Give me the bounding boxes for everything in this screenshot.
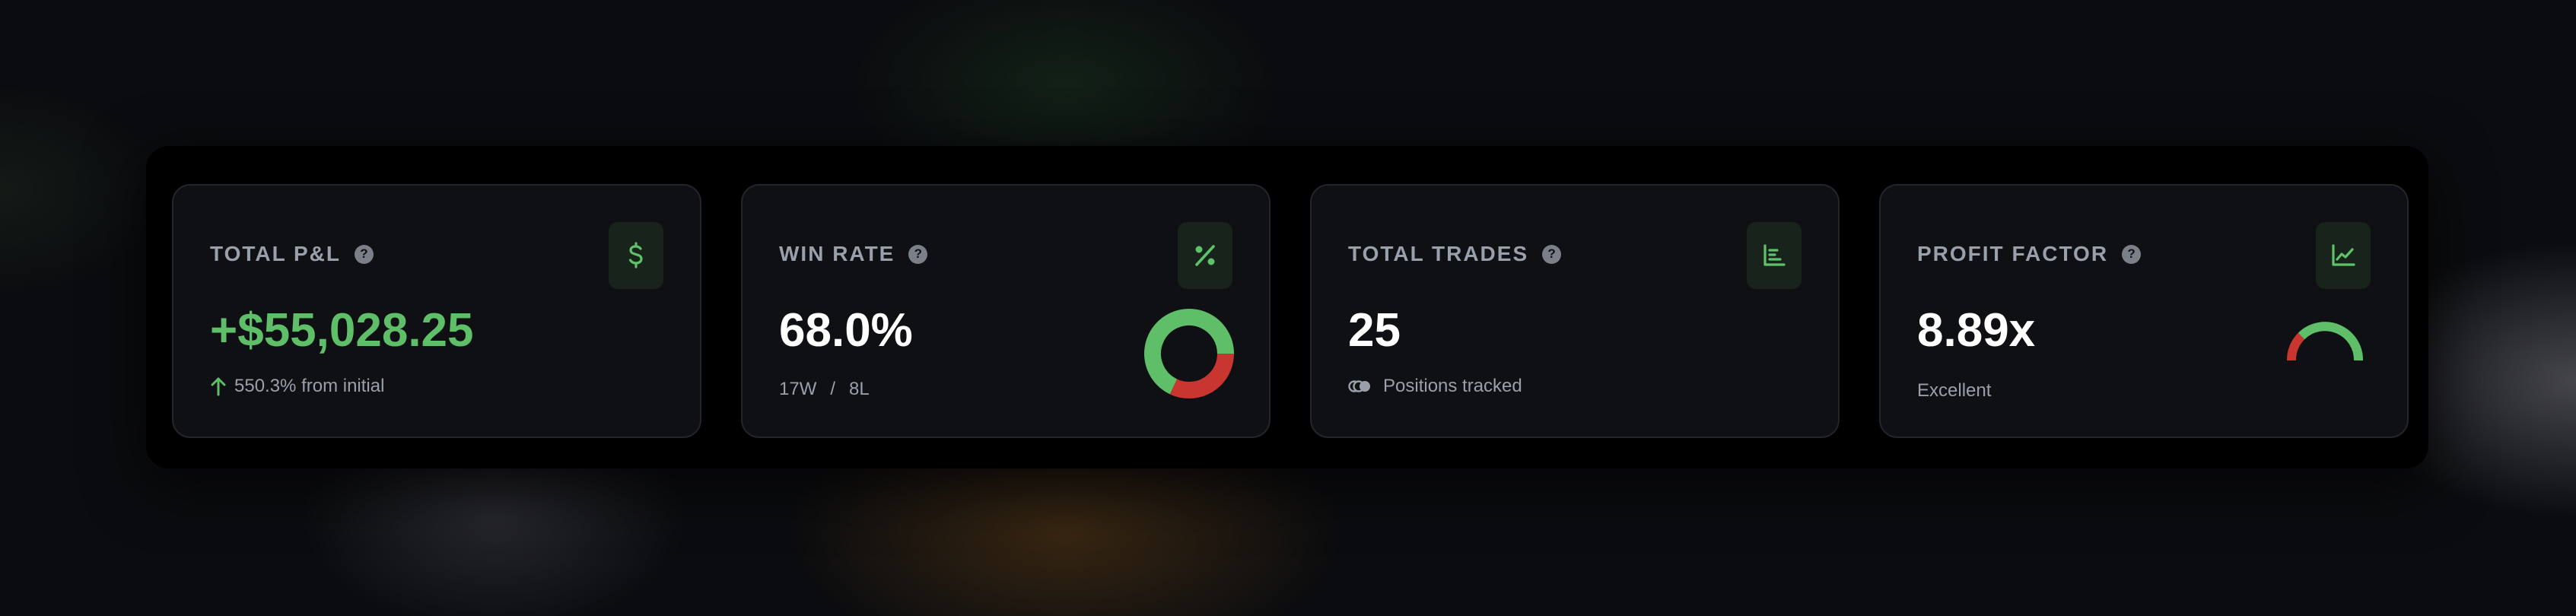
total-trades-value: 25 (1348, 304, 1401, 357)
percent-icon (1178, 222, 1232, 289)
profit-factor-label: PROFIT FACTOR (1917, 242, 2109, 265)
arrow-up-icon (211, 377, 226, 396)
help-icon[interactable]: ? (355, 244, 374, 264)
record-separator: / (830, 379, 836, 399)
win-rate-label: WIN RATE (779, 242, 895, 265)
profit-factor-card: PROFIT FACTOR ? 8.89x Excellent (1879, 184, 2409, 438)
total-trades-card: TOTAL TRADES ? 25 Positions tracked (1310, 184, 1840, 438)
total-pnl-value: +$55,028.25 (210, 304, 474, 357)
total-pnl-label: TOTAL P&L (210, 242, 341, 265)
win-rate-donut (1144, 309, 1234, 398)
bar-chart-icon (1747, 222, 1802, 289)
total-pnl-title: TOTAL P&L ? (210, 239, 374, 269)
profit-factor-rating: Excellent (1917, 380, 1992, 401)
help-icon[interactable]: ? (1542, 244, 1562, 264)
gauge-red-segment (2287, 332, 2305, 361)
help-icon[interactable]: ? (908, 244, 928, 264)
stats-panel: TOTAL P&L ? +$55,028.25 550.3% from init… (146, 146, 2428, 468)
profit-factor-title: PROFIT FACTOR ? (1917, 239, 2142, 269)
total-trades-label: TOTAL TRADES (1348, 242, 1529, 265)
gauge-green-segment (2298, 322, 2364, 361)
win-rate-card: WIN RATE ? 68.0% 17W / 8L (741, 184, 1271, 438)
total-pnl-card: TOTAL P&L ? +$55,028.25 550.3% from init… (172, 184, 701, 438)
win-rate-value: 68.0% (779, 304, 913, 357)
dollar-icon (609, 222, 663, 289)
total-trades-title: TOTAL TRADES ? (1348, 239, 1562, 269)
help-icon[interactable]: ? (2122, 244, 2142, 264)
total-trades-sub: Positions tracked (1348, 376, 1522, 397)
coins-icon (1348, 380, 1370, 392)
wins-count: 17W (779, 379, 817, 399)
total-pnl-change: 550.3% from initial (234, 376, 385, 396)
total-pnl-sub: 550.3% from initial (210, 376, 384, 397)
profit-factor-gauge (2287, 322, 2364, 361)
win-loss-record: 17W / 8L (779, 379, 870, 400)
positions-tracked: Positions tracked (1383, 376, 1522, 396)
line-chart-icon (2316, 222, 2371, 289)
profit-factor-value: 8.89x (1917, 304, 2036, 357)
losses-count: 8L (849, 379, 870, 399)
win-rate-title: WIN RATE ? (779, 239, 928, 269)
